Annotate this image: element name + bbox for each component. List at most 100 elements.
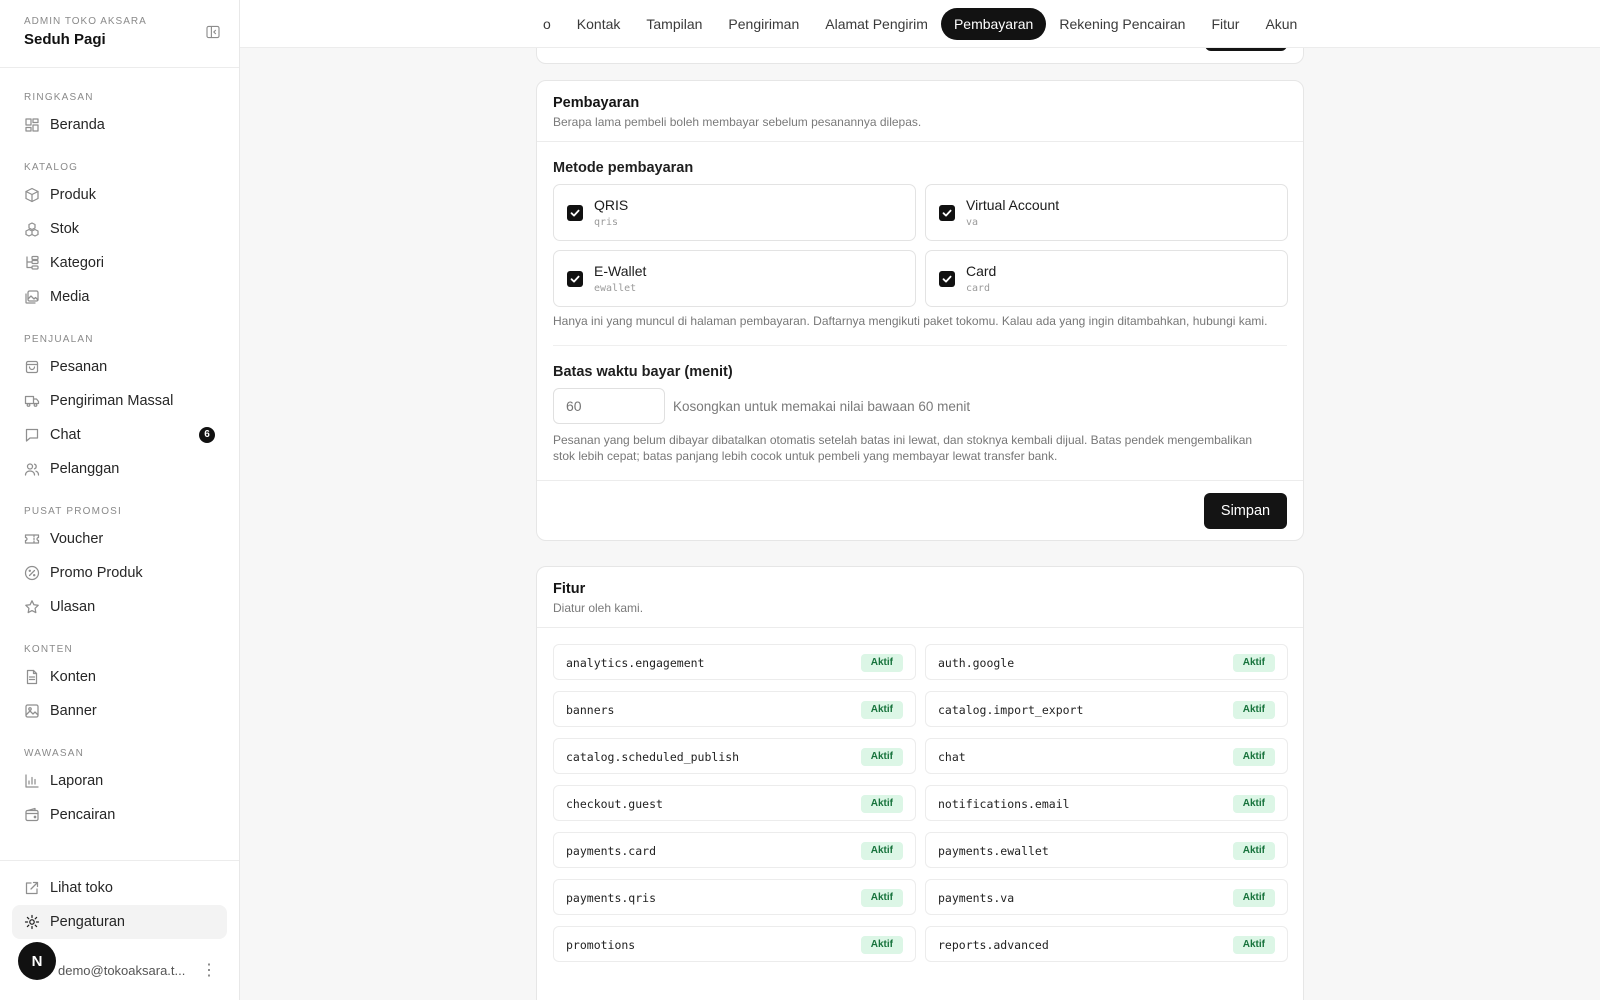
tab-pengiriman[interactable]: Pengiriman xyxy=(715,8,812,40)
tab-o[interactable]: o xyxy=(530,8,564,40)
wallet-icon xyxy=(24,807,40,823)
feature-row: payments.va Aktif xyxy=(925,879,1288,915)
checkbox[interactable] xyxy=(939,205,955,221)
status-badge: Aktif xyxy=(1232,748,1275,766)
feature-row: payments.card Aktif xyxy=(553,832,916,868)
tab-pembayaran[interactable]: Pembayaran xyxy=(940,8,1047,40)
payment-timeout-help: Pesanan yang belum dibayar dibatalkan ot… xyxy=(553,433,1253,463)
sidebar-item-stok[interactable]: Stok xyxy=(0,212,239,246)
previous-section-card xyxy=(536,48,1304,64)
payment-method-code: qris xyxy=(594,217,619,228)
payment-method-code: ewallet xyxy=(594,283,637,294)
payment-method-code: va xyxy=(966,217,979,228)
payment-method-name: E-Wallet xyxy=(594,263,647,279)
boxes-icon xyxy=(24,221,40,237)
sidebar: ADMIN TOKO AKSARA Seduh Pagi RINGKASAN Be… xyxy=(0,0,240,1000)
previous-save-button[interactable] xyxy=(1205,48,1287,51)
images-icon xyxy=(24,289,40,305)
avatar[interactable]: N xyxy=(18,942,56,980)
sidebar-item-pesanan[interactable]: Pesanan xyxy=(0,350,239,384)
nav-section-label: KONTEN xyxy=(24,644,73,655)
tab-rekening-pencairan[interactable]: Rekening Pencairan xyxy=(1046,8,1198,40)
status-badge: Aktif xyxy=(860,889,903,907)
sidebar-item-label: Ulasan xyxy=(50,599,96,615)
sidebar-collapse-icon[interactable] xyxy=(205,24,225,44)
brand-subtitle: ADMIN TOKO AKSARA xyxy=(24,16,147,27)
feature-key: checkout.guest xyxy=(566,797,663,811)
star-icon xyxy=(24,599,40,615)
payment-method-va[interactable]: Virtual Account va xyxy=(925,184,1288,241)
status-badge: Aktif xyxy=(860,842,903,860)
tab-tampilan[interactable]: Tampilan xyxy=(633,8,715,40)
features-card: Fitur Diatur oleh kami. analytics.engage… xyxy=(536,566,1304,1000)
sidebar-item-label: Chat xyxy=(50,427,81,443)
truck-icon xyxy=(24,393,40,409)
check-icon xyxy=(942,209,952,217)
status-badge: Aktif xyxy=(860,654,903,672)
feature-key: catalog.scheduled_publish xyxy=(566,750,740,764)
sidebar-item-pelanggan[interactable]: Pelanggan xyxy=(0,452,239,486)
feature-key: reports.advanced xyxy=(938,938,1049,952)
check-icon xyxy=(570,275,580,283)
payment-method-ewallet[interactable]: E-Wallet ewallet xyxy=(553,250,916,307)
feature-row: notifications.email Aktif xyxy=(925,785,1288,821)
bag-icon xyxy=(24,359,40,375)
sidebar-item-produk[interactable]: Produk xyxy=(0,178,239,212)
sidebar-item-chat[interactable]: Chat 6 xyxy=(0,418,239,452)
nav-section-label: KATALOG xyxy=(24,162,79,173)
grid-icon xyxy=(24,117,40,133)
feature-row: checkout.guest Aktif xyxy=(553,785,916,821)
payment-methods-label: Metode pembayaran xyxy=(553,160,694,176)
settings-content: Pembayaran Berapa lama pembeli boleh mem… xyxy=(240,48,1600,1000)
feature-key: payments.va xyxy=(938,891,1015,905)
checkbox[interactable] xyxy=(939,271,955,287)
sidebar-item-promo-produk[interactable]: Promo Produk xyxy=(0,556,239,590)
tab-fitur[interactable]: Fitur xyxy=(1198,8,1252,40)
status-badge: Aktif xyxy=(1232,795,1275,813)
sidebar-item-media[interactable]: Media xyxy=(0,280,239,314)
tab-kontak[interactable]: Kontak xyxy=(564,8,634,40)
sidebar-item-beranda[interactable]: Beranda xyxy=(0,108,239,142)
sidebar-item-label: Media xyxy=(50,289,90,305)
more-vertical-icon[interactable]: ⋮ xyxy=(201,960,217,980)
sidebar-item-label: Pesanan xyxy=(50,359,108,375)
feature-key: payments.ewallet xyxy=(938,844,1049,858)
payment-method-qris[interactable]: QRIS qris xyxy=(553,184,916,241)
nav-section-label: RINGKASAN xyxy=(24,92,94,103)
sidebar-item-pengiriman-massal[interactable]: Pengiriman Massal xyxy=(0,384,239,418)
nav-section-label: WAWASAN xyxy=(24,748,85,759)
sidebar-item-lihat-toko[interactable]: Lihat toko xyxy=(0,871,239,905)
sidebar-item-laporan[interactable]: Laporan xyxy=(0,764,239,798)
tab-akun[interactable]: Akun xyxy=(1252,8,1310,40)
sidebar-item-label: Banner xyxy=(50,703,97,719)
feature-row: catalog.scheduled_publish Aktif xyxy=(553,738,916,774)
status-badge: Aktif xyxy=(1232,889,1275,907)
sidebar-item-voucher[interactable]: Voucher xyxy=(0,522,239,556)
feature-key: banners xyxy=(566,703,615,717)
user-menu[interactable]: N demo@tokoaksara.t... ⋮ xyxy=(0,942,239,990)
sidebar-item-kategori[interactable]: Kategori xyxy=(0,246,239,280)
payment-timeout-input[interactable] xyxy=(553,388,665,424)
settings-tabs: o Kontak Tampilan Pengiriman Alamat Pengirim… xyxy=(530,8,1310,40)
feature-key: analytics.engagement xyxy=(566,656,705,670)
status-badge: Aktif xyxy=(860,936,903,954)
feature-row: payments.qris Aktif xyxy=(553,879,916,915)
payment-card-description: Berapa lama pembeli boleh membayar sebel… xyxy=(553,115,922,129)
sidebar-item-pencairan[interactable]: Pencairan xyxy=(0,798,239,832)
gear-icon xyxy=(24,914,40,930)
payment-methods-help: Hanya ini yang muncul di halaman pembaya… xyxy=(553,314,1268,328)
store-name: Seduh Pagi xyxy=(24,31,106,48)
payment-card-body: Metode pembayaran QRIS qris Virtual Accoun… xyxy=(537,142,1303,464)
sidebar-item-ulasan[interactable]: Ulasan xyxy=(0,590,239,624)
payment-method-card[interactable]: Card card xyxy=(925,250,1288,307)
sidebar-item-pengaturan[interactable]: Pengaturan xyxy=(12,905,227,939)
sidebar-item-banner[interactable]: Banner xyxy=(0,694,239,728)
tab-alamat-pengirim[interactable]: Alamat Pengirim xyxy=(812,8,941,40)
payment-methods-grid: QRIS qris Virtual Account va E-Wallet ewallet… xyxy=(553,184,1288,307)
checkbox[interactable] xyxy=(567,205,583,221)
checkbox[interactable] xyxy=(567,271,583,287)
payment-settings-card: Pembayaran Berapa lama pembeli boleh mem… xyxy=(536,80,1304,541)
feature-key: notifications.email xyxy=(938,797,1070,811)
save-button[interactable]: Simpan xyxy=(1204,493,1287,529)
sidebar-item-konten[interactable]: Konten xyxy=(0,660,239,694)
